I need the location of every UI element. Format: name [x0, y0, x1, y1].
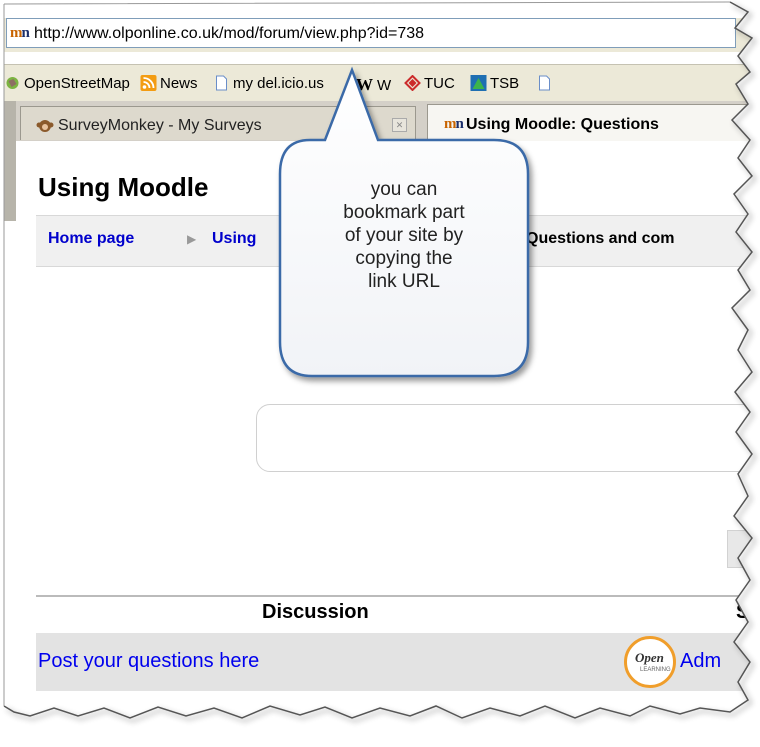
callout-line: of your site by [344, 225, 464, 246]
callout-text: you can bookmark part of your site by co… [282, 178, 526, 293]
callout-line: you can [370, 179, 438, 200]
callout-bubble [278, 66, 530, 378]
callout-line: link URL [368, 271, 440, 292]
callout-line: bookmark part [343, 202, 465, 223]
screenshot: mn http://www.olponline.co.uk/mod/forum/… [0, 0, 760, 747]
callout-line: copying the [355, 248, 453, 269]
